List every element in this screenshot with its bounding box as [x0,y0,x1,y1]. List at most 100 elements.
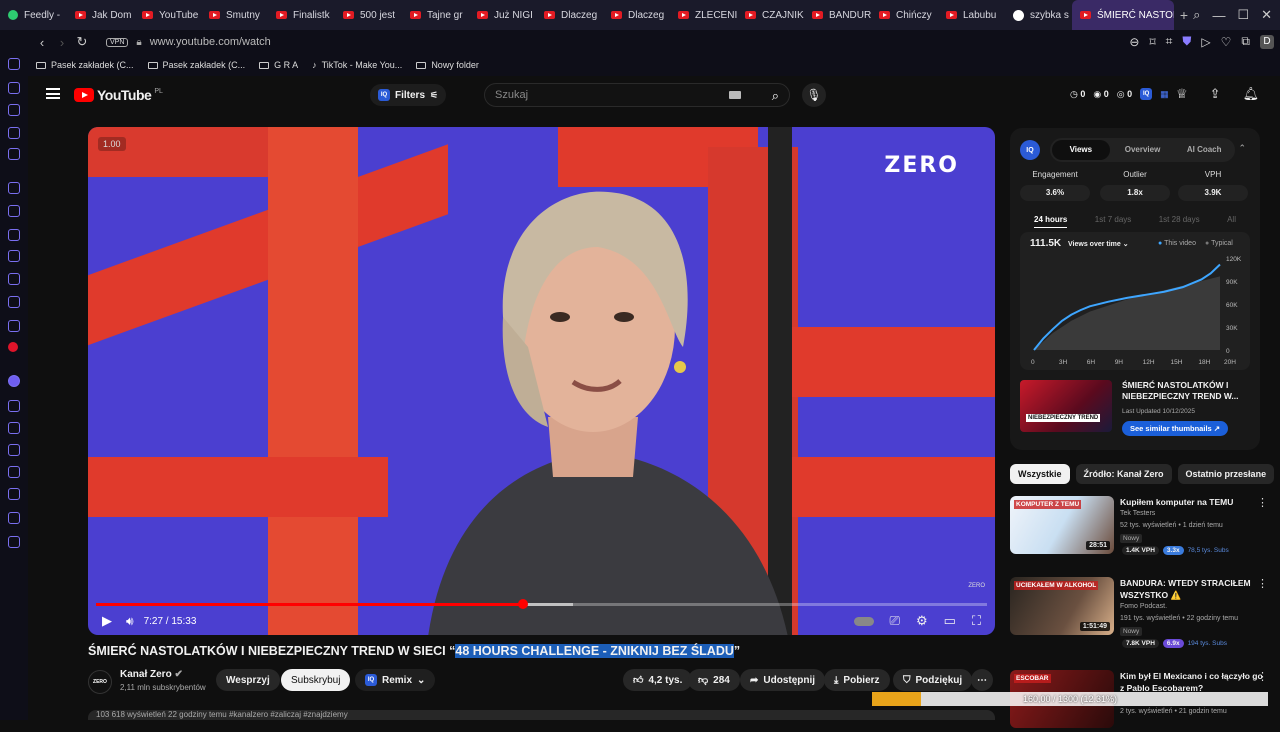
speed-badge[interactable]: 1.00 [98,137,126,151]
menu-icon[interactable] [46,88,60,99]
more-options-icon[interactable]: ⋮ [1257,577,1268,590]
snapshot-icon[interactable]: ⌗ [1166,34,1173,49]
forward-icon[interactable]: › [52,35,72,50]
messenger-alt-icon[interactable] [8,229,20,241]
extensions-icon[interactable] [8,512,20,524]
youtube-logo[interactable]: YouTube PL [74,87,163,103]
x-icon[interactable] [8,296,20,308]
new-tab-button[interactable]: + [1174,7,1194,23]
description-box[interactable]: 103 618 wyświetleń 22 godziny temu #kana… [88,710,995,720]
support-button[interactable]: Wesprzyj [216,669,280,691]
more-options-icon[interactable]: ⋮ [1257,670,1268,683]
download-button[interactable]: ⤓ Pobierz [824,669,890,691]
share-button[interactable]: ➦ Udostępnij [740,669,826,691]
player-icon[interactable] [8,400,20,412]
browser-tab[interactable]: Dlaczeg [536,0,603,30]
browser-tab[interactable]: Tajne gr [402,0,469,30]
spotify-icon[interactable] [8,375,20,387]
whatsapp-icon[interactable] [8,82,20,94]
vidiq-tab-ai-coach[interactable]: AI Coach [1175,140,1233,160]
browser-tab[interactable]: CZAJNIK [737,0,804,30]
dislike-button[interactable]: 👎︎ 284 [688,669,740,691]
autoplay-toggle[interactable] [853,616,874,626]
pin-icon[interactable]: ⌑ [1149,35,1155,49]
trophy-icon[interactable]: ♕ [1176,86,1188,102]
browser-tab[interactable]: Smutny [201,0,268,30]
more-options-icon[interactable]: ⋮ [1257,496,1268,509]
minimize-icon[interactable]: — [1212,8,1225,23]
maximize-icon[interactable]: ☐ [1237,7,1249,23]
vidiq-tab-overview[interactable]: Overview [1114,140,1172,160]
aria-icon[interactable] [8,182,20,194]
collapse-icon[interactable]: ⌃ [1238,143,1246,154]
browser-tab[interactable]: BANDUR [804,0,871,30]
browser-tab[interactable]: ŚMIERĆ NASTOL [1072,0,1174,30]
bookmark[interactable]: G R A [259,60,298,70]
settings-icon[interactable] [8,536,20,548]
video-channel[interactable]: Fomo Podcast. [1120,603,1167,610]
thanks-button[interactable]: ⛉ Podziękuj [893,669,973,691]
browser-tab[interactable]: Chińczy [871,0,938,30]
filters-button[interactable]: IQ Filters ⚟ [370,84,447,106]
upload-icon[interactable]: ⇪ [1210,86,1221,102]
twitch-icon[interactable] [8,205,20,217]
settings-icon[interactable]: ⚙ [916,613,928,629]
browser-tab[interactable]: szybka s [1005,0,1072,30]
video-progress-bar[interactable] [96,599,987,609]
reload-icon[interactable]: ↻ [72,34,92,50]
microphone-icon[interactable]: 🎙︎ [802,83,826,107]
fullscreen-icon[interactable]: ⛶ [972,613,981,629]
remix-button[interactable]: IQ Remix ⌄ [355,669,436,691]
notifications-icon[interactable]: 🔔︎ [1243,86,1260,102]
list-icon[interactable] [8,444,20,456]
keyboard-icon[interactable] [729,91,741,99]
bookmark[interactable]: Pasek zakładek (C... [36,60,134,70]
vpn-badge[interactable]: VPN [106,37,129,47]
browser-tab[interactable]: YouTube [134,0,201,30]
search-tabs-icon[interactable]: ⌕ [1193,7,1200,23]
discord-icon[interactable] [8,320,20,332]
video-channel[interactable]: Tek Testers [1120,510,1155,517]
vidiq-icon[interactable]: IQ [1140,88,1153,100]
vk-icon[interactable] [8,342,18,352]
bookmark[interactable]: Pasek zakładek (C... [147,60,245,70]
play-icon[interactable]: ▶ [102,613,112,629]
bookmark[interactable]: Nowy folder [416,60,479,70]
theater-mode-icon[interactable]: ▭ [944,613,956,629]
search-icon[interactable]: ⌕ [772,88,779,104]
back-icon[interactable]: ‹ [32,35,52,50]
channel-avatar[interactable]: ZERO [88,670,112,694]
url-field[interactable]: www.youtube.com/watch [150,36,271,48]
volume-icon[interactable]: 🔊︎ [126,614,134,629]
instagram-icon[interactable] [8,273,20,285]
range-tab[interactable]: 1st 7 days [1095,215,1131,228]
lock-icon[interactable]: 🔒︎ [136,37,141,48]
profile-avatar[interactable]: D [1260,34,1274,49]
shield-icon[interactable]: ⛊ [1182,34,1191,49]
range-tab[interactable]: 24 hours [1034,215,1068,228]
feed-chip[interactable]: Ostatnio przesłane [1177,464,1275,484]
news-icon[interactable] [8,148,20,160]
video-thumbnail[interactable]: UCIEKAŁEM W ALKOHOL 1:51:49 [1010,577,1114,635]
more-actions-button[interactable]: ⋯ [971,669,993,691]
current-thumbnail[interactable]: NIEBEZPIECZNY TREND [1020,380,1112,432]
heart-icon[interactable] [8,422,20,434]
extensions-icon[interactable]: ⧉ [1241,34,1250,49]
feed-chip[interactable]: Źródło: Kanał Zero [1075,464,1172,484]
recommended-video[interactable]: UCIEKAŁEM W ALKOHOL 1:51:49 BANDURA: WTEDY… [1010,577,1270,648]
browser-tab[interactable]: Już NIGI [469,0,536,30]
feed-chip[interactable]: Wszystkie [1010,464,1070,484]
messenger-icon[interactable] [8,58,20,70]
browser-tab[interactable]: Jak Dom [67,0,134,30]
play-icon[interactable]: ▷ [1201,35,1210,49]
browser-tab[interactable]: Labubu [938,0,1005,30]
video-title[interactable]: Kim był El Mexicano i co łączyło go z Pa… [1120,670,1266,694]
browser-tab[interactable]: Feedly - [0,0,67,30]
heart-icon[interactable]: ♡ [1221,35,1232,49]
similar-thumbnails-button[interactable]: See similar thumbnails ↗ [1122,421,1229,436]
history-icon[interactable] [8,466,20,478]
browser-tab[interactable]: ZLECENI [670,0,737,30]
video-thumbnail[interactable]: KOMPUTER Z TEMU 28:51 [1010,496,1114,554]
browser-tab[interactable]: 500 jest [335,0,402,30]
video-title[interactable]: BANDURA: WTEDY STRACIŁEM WSZYSTKO ⚠️ [1120,577,1266,601]
